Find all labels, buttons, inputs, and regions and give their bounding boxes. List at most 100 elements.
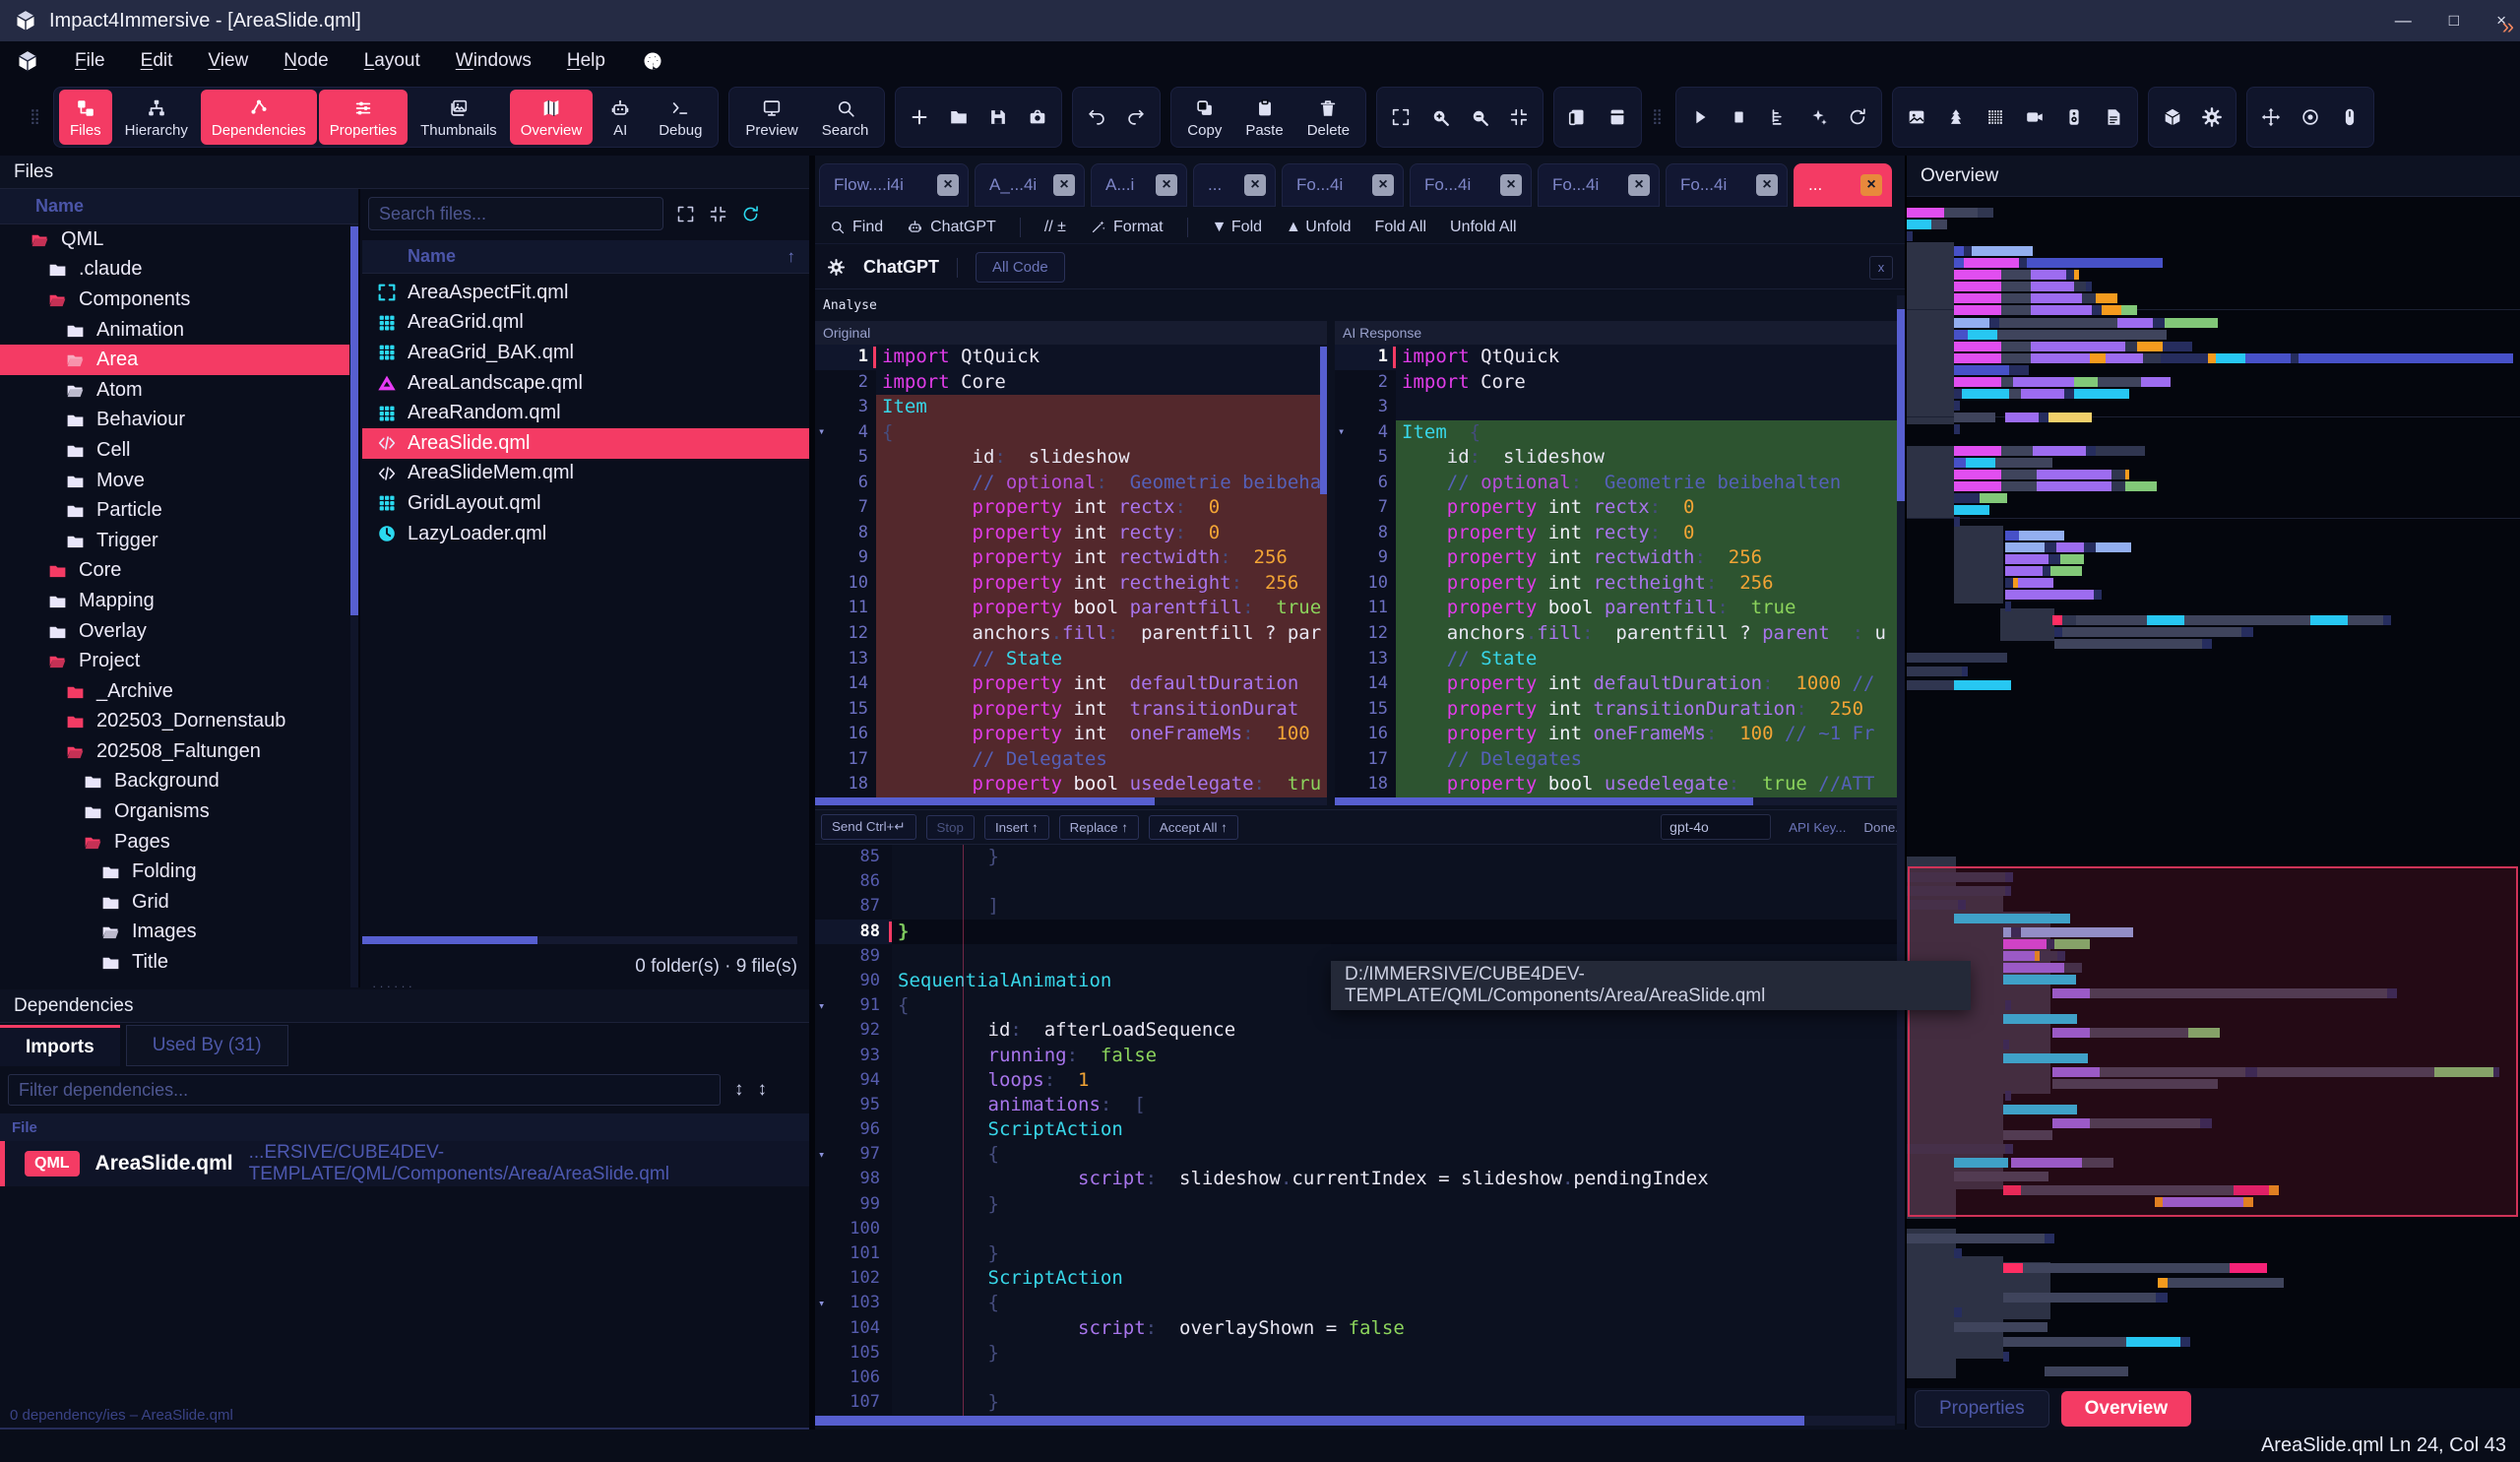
model-input[interactable]	[1661, 814, 1771, 840]
line-number[interactable]: 17	[1335, 747, 1396, 773]
files-button[interactable]: Files	[59, 90, 112, 145]
line-number[interactable]: 3	[1335, 395, 1396, 420]
line-number[interactable]: 89	[815, 944, 892, 969]
minimize-button[interactable]: —	[2395, 11, 2412, 31]
line-number[interactable]: 86	[815, 869, 892, 894]
line-number[interactable]: 17	[815, 747, 876, 773]
document-button[interactable]	[2095, 90, 2132, 145]
menu-view[interactable]: View	[208, 50, 248, 72]
line-number[interactable]: 1	[1335, 345, 1396, 370]
tree-item-cell[interactable]: Cell	[0, 435, 349, 466]
panelright-button[interactable]	[1599, 90, 1636, 145]
sort-updown-icon[interactable]: ↕	[734, 1079, 744, 1101]
line-number[interactable]: 9	[815, 545, 876, 571]
line-number[interactable]: 96	[815, 1117, 892, 1142]
delete-button[interactable]: Delete	[1296, 90, 1360, 145]
file-item-gridlayout.qml[interactable]: GridLayout.qml	[362, 488, 809, 519]
tab-close-icon[interactable]: ×	[1860, 174, 1882, 196]
video-button[interactable]	[2016, 90, 2053, 145]
search-input[interactable]	[368, 197, 663, 230]
file-item-areaslidemem.qml[interactable]: AreaSlideMem.qml	[362, 459, 809, 489]
menu-help[interactable]: Help	[567, 50, 605, 72]
panelleft-button[interactable]	[1559, 90, 1597, 145]
line-number[interactable]: 6	[815, 471, 876, 496]
line-number[interactable]: 9	[1335, 545, 1396, 571]
pattern-button[interactable]	[1977, 90, 2014, 145]
toolbar-overflow-chevrons[interactable]: »	[2502, 14, 2514, 39]
file-item-areagrid.qml[interactable]: AreaGrid.qml	[362, 308, 809, 339]
line-number[interactable]: ▾4	[815, 420, 876, 446]
fold-arrow-icon[interactable]: ▾	[818, 1291, 825, 1315]
file-item-areaaspectfit.qml[interactable]: AreaAspectFit.qml	[362, 278, 809, 308]
tree-item-organisms[interactable]: Organisms	[0, 796, 349, 827]
open-button[interactable]	[940, 90, 977, 145]
fold-arrow-icon[interactable]: ▾	[818, 420, 825, 446]
overview-button[interactable]: Overview	[510, 90, 594, 145]
line-number[interactable]: 8	[815, 521, 876, 546]
line-number[interactable]: 85	[815, 845, 892, 869]
tree-scrollbar[interactable]	[350, 224, 358, 987]
line-number[interactable]: 90	[815, 969, 892, 993]
theme-palette-icon[interactable]	[641, 49, 664, 73]
line-number[interactable]: ▾103	[815, 1291, 892, 1315]
line-number[interactable]: 15	[1335, 697, 1396, 723]
debug-button[interactable]: Debug	[648, 90, 713, 145]
collapse-icon[interactable]	[708, 204, 728, 224]
editor-hscrollbar[interactable]	[815, 1416, 1895, 1426]
line-number[interactable]: 98	[815, 1167, 892, 1191]
editor-tab-6[interactable]: Fo...4i×	[1410, 163, 1532, 207]
file-item-lazyloader.qml[interactable]: LazyLoader.qml	[362, 519, 809, 549]
tree-item-atom[interactable]: Atom	[0, 375, 349, 406]
paste-button[interactable]: Paste	[1234, 90, 1293, 145]
tree-item-images[interactable]: Images	[0, 918, 349, 948]
save-button[interactable]	[979, 90, 1017, 145]
format-button[interactable]: Format	[1090, 219, 1164, 236]
line-number[interactable]: 18	[1335, 772, 1396, 797]
tree-item-trigger[interactable]: Trigger	[0, 526, 349, 556]
unfold-button[interactable]: ▲ Unfold	[1286, 219, 1352, 236]
dependency-row[interactable]: QML AreaSlide.qml ...ERSIVE/CUBE4DEV-TEM…	[0, 1141, 809, 1186]
filter-dependencies-input[interactable]	[8, 1074, 721, 1106]
tab-close-icon[interactable]: ×	[1756, 174, 1778, 196]
line-number[interactable]: 2	[1335, 370, 1396, 396]
tree-item-overlay[interactable]: Overlay	[0, 616, 349, 647]
tree-item-mapping[interactable]: Mapping	[0, 586, 349, 616]
camera-button[interactable]	[1019, 90, 1056, 145]
line-number[interactable]: 10	[815, 571, 876, 597]
maximize-button[interactable]: □	[2449, 11, 2459, 31]
mouse-button[interactable]	[2331, 90, 2368, 145]
line-number[interactable]: 13	[815, 647, 876, 672]
file-item-areaslide.qml[interactable]: AreaSlide.qml	[362, 428, 809, 459]
line-number[interactable]: 1	[815, 345, 876, 370]
line-number[interactable]: ▾4	[1335, 420, 1396, 446]
line-number[interactable]: 7	[815, 495, 876, 521]
editor-tab-4[interactable]: ...×	[1193, 163, 1276, 207]
tab-close-icon[interactable]: ×	[1372, 174, 1394, 196]
properties-tab-button[interactable]: Properties	[1915, 1390, 2049, 1428]
line-number[interactable]: 12	[1335, 621, 1396, 647]
tab-close-icon[interactable]: ×	[1628, 174, 1650, 196]
line-number[interactable]: 10	[1335, 571, 1396, 597]
copy-button[interactable]: Copy	[1176, 90, 1232, 145]
line-number[interactable]: 93	[815, 1044, 892, 1068]
line-number[interactable]: ▾91	[815, 993, 892, 1018]
redo-button[interactable]	[1117, 90, 1155, 145]
tree-item-particle[interactable]: Particle	[0, 495, 349, 526]
tab-close-icon[interactable]: ×	[1500, 174, 1522, 196]
done-button[interactable]: Done.	[1863, 820, 1899, 835]
tree-item-animation[interactable]: Animation	[0, 315, 349, 346]
tree-item-pages[interactable]: Pages	[0, 827, 349, 858]
sort-ascending-icon[interactable]: ↑	[788, 247, 796, 267]
dependencies-button[interactable]: Dependencies	[201, 90, 317, 145]
fullscreen-button[interactable]	[1382, 90, 1419, 145]
properties-button[interactable]: Properties	[319, 90, 408, 145]
line-number[interactable]: 16	[815, 722, 876, 747]
original-code[interactable]: 1import QtQuick2import Core3Item▾4{5 id:…	[815, 345, 1327, 797]
toolbar-grip[interactable]: ⣿	[1652, 111, 1664, 123]
line-number[interactable]: 106	[815, 1366, 892, 1390]
refresh-button[interactable]	[1839, 90, 1876, 145]
line-number[interactable]: 5	[815, 445, 876, 471]
stop-button[interactable]	[1721, 90, 1758, 145]
line-number[interactable]: 2	[815, 370, 876, 396]
line-number[interactable]: 11	[815, 596, 876, 621]
